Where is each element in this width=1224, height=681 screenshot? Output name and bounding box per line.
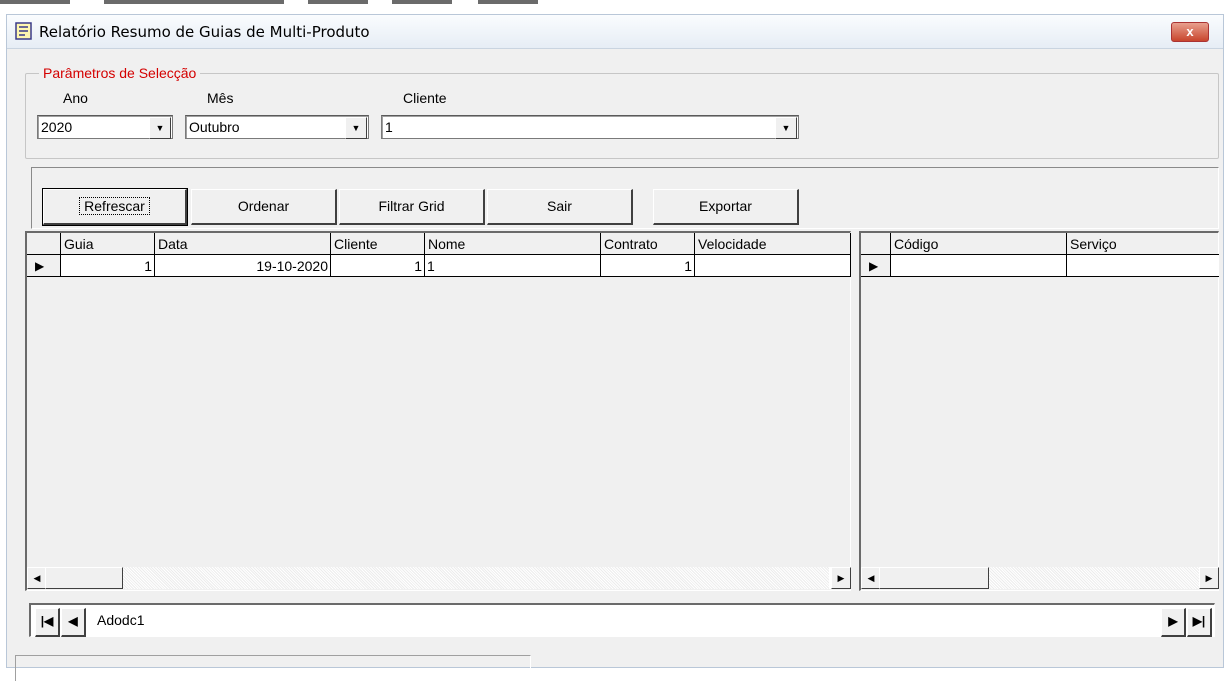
form-icon <box>15 22 32 40</box>
ano-label: Ano <box>63 90 88 106</box>
col-header-data[interactable]: Data <box>155 233 331 255</box>
title-bar: Relatório Resumo de Guias de Multi-Produ… <box>7 15 1223 49</box>
ordenar-label: Ordenar <box>237 198 290 214</box>
cell-servico[interactable] <box>1067 255 1219 277</box>
chevron-down-icon[interactable]: ▼ <box>149 117 171 139</box>
main-grid[interactable]: Guia Data Cliente Nome Contrato Velocida… <box>25 231 851 591</box>
scroll-thumb[interactable] <box>879 567 989 589</box>
adodc-navigator: |◀ ◀ Adodc1 ▶ ▶| <box>29 603 1215 637</box>
refrescar-button[interactable]: Refrescar <box>42 188 188 226</box>
group-legend: Parâmetros de Selecção <box>39 65 201 81</box>
scroll-thumb[interactable] <box>45 567 123 589</box>
grid-corner <box>861 233 891 255</box>
cell-nome[interactable]: 1 <box>425 255 601 277</box>
cliente-value: 1 <box>385 119 393 135</box>
close-button[interactable]: x <box>1171 22 1209 42</box>
services-grid[interactable]: Código Serviço ▶ ◀ ▶ <box>859 231 1219 591</box>
row-indicator-icon[interactable]: ▶ <box>861 255 891 277</box>
adodc-caption: Adodc1 <box>97 612 145 628</box>
sair-label: Sair <box>547 198 572 214</box>
taskbar-strip <box>392 0 452 4</box>
col-header-velocidade[interactable]: Velocidade <box>695 233 851 255</box>
filtrar-grid-button[interactable]: Filtrar Grid <box>339 189 485 225</box>
ano-value: 2020 <box>41 119 73 135</box>
scroll-left-icon[interactable]: ◀ <box>27 567 47 589</box>
nav-prev-icon[interactable]: ◀ <box>61 608 86 637</box>
col-header-codigo[interactable]: Código <box>891 233 1067 255</box>
grid-corner <box>27 233 61 255</box>
taskbar-strip <box>0 0 70 4</box>
mes-value: Outubro <box>189 119 240 135</box>
nav-next-icon[interactable]: ▶ <box>1161 608 1186 637</box>
col-header-nome[interactable]: Nome <box>425 233 601 255</box>
scroll-track[interactable] <box>123 567 829 589</box>
cell-codigo[interactable] <box>891 255 1067 277</box>
taskbar-strip <box>478 0 538 4</box>
services-grid-hscrollbar[interactable]: ◀ ▶ <box>861 567 1219 589</box>
chevron-down-icon[interactable]: ▼ <box>345 117 367 139</box>
cell-data[interactable]: 19-10-2020 <box>155 255 331 277</box>
chevron-down-icon[interactable]: ▼ <box>775 117 797 139</box>
row-indicator-icon[interactable]: ▶ <box>27 255 61 277</box>
ordenar-button[interactable]: Ordenar <box>191 189 337 225</box>
cliente-label: Cliente <box>403 90 447 106</box>
scroll-track[interactable] <box>989 567 1199 589</box>
cell-guia[interactable]: 1 <box>61 255 155 277</box>
mes-select[interactable]: Outubro ▼ <box>185 115 369 139</box>
taskbar-strip <box>104 0 284 4</box>
col-header-cliente[interactable]: Cliente <box>331 233 425 255</box>
status-bar <box>15 655 531 681</box>
window-title: Relatório Resumo de Guias de Multi-Produ… <box>39 23 370 41</box>
mes-label: Mês <box>207 90 234 106</box>
col-header-contrato[interactable]: Contrato <box>601 233 695 255</box>
cliente-select[interactable]: 1 ▼ <box>381 115 799 139</box>
refrescar-label: Refrescar <box>79 197 150 215</box>
ano-select[interactable]: 2020 ▼ <box>37 115 173 139</box>
col-header-servico[interactable]: Serviço <box>1067 233 1219 255</box>
filtrar-label: Filtrar Grid <box>378 198 445 214</box>
main-grid-hscrollbar[interactable]: ◀ ▶ <box>27 567 851 589</box>
nav-last-icon[interactable]: ▶| <box>1187 608 1212 637</box>
sair-button[interactable]: Sair <box>487 189 633 225</box>
exportar-button[interactable]: Exportar <box>653 189 799 225</box>
exportar-label: Exportar <box>699 198 752 214</box>
nav-first-icon[interactable]: |◀ <box>35 608 60 637</box>
cell-velocidade[interactable] <box>695 255 851 277</box>
close-icon: x <box>1186 24 1194 39</box>
col-header-guia[interactable]: Guia <box>61 233 155 255</box>
cell-contrato[interactable]: 1 <box>601 255 695 277</box>
scroll-right-icon[interactable]: ▶ <box>831 567 851 589</box>
report-window: Relatório Resumo de Guias de Multi-Produ… <box>6 14 1224 681</box>
cell-cliente[interactable]: 1 <box>331 255 425 277</box>
scroll-left-icon[interactable]: ◀ <box>861 567 881 589</box>
taskbar-strip <box>308 0 368 4</box>
scroll-right-icon[interactable]: ▶ <box>1199 567 1219 589</box>
